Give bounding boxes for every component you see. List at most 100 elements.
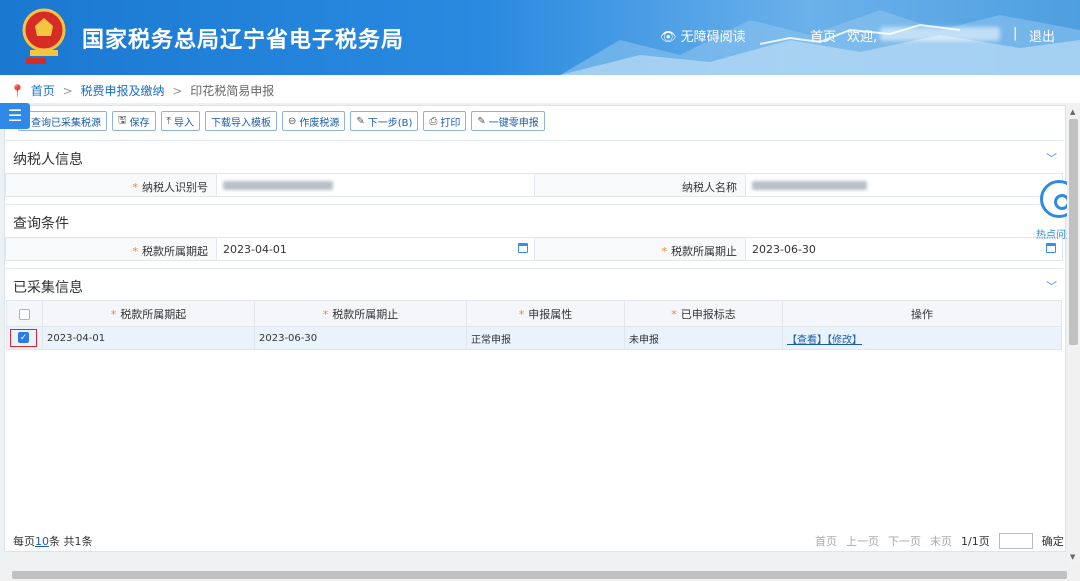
toolbar: 查询已采集税源 🖫 保存 ⤒ 导入 下载导入模板 ⊖ 作废税源 ✎ 下一步(B)… <box>18 111 545 131</box>
query-collected-button[interactable]: 查询已采集税源 <box>18 111 107 131</box>
per-page-prefix: 每页 <box>13 535 35 548</box>
printer-icon: ⎙ <box>429 115 438 127</box>
required-mark: * <box>322 307 329 321</box>
print-button[interactable]: ⎙ 打印 <box>423 111 467 131</box>
breadcrumb: 📍 首页 > 税费申报及缴纳 > 印花税简易申报 <box>0 75 1080 103</box>
breadcrumb-home[interactable]: 首页 <box>31 84 55 98</box>
col-period-start-label: 税款所属期起 <box>120 307 187 321</box>
per-page-suffix: 条 共1条 <box>49 535 93 548</box>
required-mark: * <box>132 181 139 194</box>
save-button[interactable]: 🖫 保存 <box>112 111 156 131</box>
welcome-text: 欢迎, <box>847 30 878 45</box>
breadcrumb-sep: > <box>62 84 73 98</box>
floppy-icon: 🖫 <box>118 114 127 126</box>
table-header-row: * 税款所属期起 * 税款所属期止 * 申报属性 * 已申报标志 操作 <box>6 300 1062 327</box>
query-row: * 税款所属期起 2023-04-01 * 税款所属期止 2023-06-30 <box>5 237 1063 261</box>
period-start-label-text: 税款所属期起 <box>142 245 208 258</box>
eye-icon: 👁 <box>660 30 677 45</box>
accessibility-link[interactable]: 👁 无障碍阅读 <box>660 26 746 45</box>
required-mark: * <box>671 307 677 321</box>
taxpayer-name-label: 纳税人名称 <box>535 174 746 196</box>
last-page-button[interactable]: 末页 <box>930 533 952 549</box>
breadcrumb-sep: > <box>172 84 183 98</box>
void-source-label: 作废税源 <box>299 117 340 129</box>
row-checkbox[interactable]: ✓ <box>18 332 29 344</box>
period-end-input[interactable]: 2023-06-30 <box>746 238 1062 260</box>
row-declared-flag: 未申报 <box>624 326 783 350</box>
page-size-info: 每页10条 共1条 <box>13 533 93 549</box>
zero-declare-button[interactable]: ✎ 一键零申报 <box>471 111 545 131</box>
vertical-scroll-thumb[interactable] <box>1069 119 1078 345</box>
page-jump-input[interactable] <box>998 533 1033 549</box>
redacted-user-name <box>880 27 1000 41</box>
col-period-end: * 税款所属期止 <box>254 300 467 327</box>
collected-section-header[interactable]: 已采集信息 ﹀ <box>5 268 1063 300</box>
period-start-input[interactable]: 2023-04-01 <box>217 238 535 260</box>
zero-declare-label: 一键零申报 <box>488 117 539 129</box>
row-select-cell: ✓ <box>6 326 43 350</box>
page-size-link[interactable]: 10 <box>35 535 49 548</box>
accessibility-label: 无障碍阅读 <box>680 30 746 45</box>
print-label: 打印 <box>440 117 461 129</box>
chevron-down-icon[interactable]: ﹀ <box>1046 278 1057 294</box>
void-source-button[interactable]: ⊖ 作废税源 <box>281 111 346 131</box>
next-step-button[interactable]: ✎ 下一步(B) <box>350 111 419 131</box>
col-declared-flag-label: 已申报标志 <box>680 307 736 321</box>
scroll-down-arrow-icon[interactable]: ▼ <box>1070 553 1075 561</box>
calendar-icon[interactable] <box>518 243 528 253</box>
select-all-cell <box>6 300 43 327</box>
import-button[interactable]: ⤒ 导入 <box>160 111 200 131</box>
next-page-button[interactable]: 下一页 <box>888 533 921 549</box>
scroll-up-arrow-icon[interactable]: ▲ <box>1070 108 1075 116</box>
view-link[interactable]: 【查看】 <box>787 335 827 346</box>
prev-page-button[interactable]: 上一页 <box>846 533 879 549</box>
required-mark: * <box>661 245 668 258</box>
table-row[interactable]: ✓ 2023-04-01 2023-06-30 正常申报 未申报 【查看】【修改… <box>6 326 1062 350</box>
col-period-end-label: 税款所属期止 <box>332 307 399 321</box>
taxpayer-id-label: * 纳税人识别号 <box>6 174 217 196</box>
col-declare-attr: * 申报属性 <box>466 300 625 327</box>
next-step-label: 下一步(B) <box>367 117 413 129</box>
menu-toggle-button[interactable]: ☰ <box>0 103 30 129</box>
calendar-icon[interactable] <box>1046 243 1056 253</box>
import-label: 导入 <box>173 117 194 129</box>
page-jump-confirm-button[interactable]: 确定 <box>1042 533 1064 549</box>
taxpayer-name-value <box>746 174 1062 196</box>
period-end-label-text: 税款所属期止 <box>671 245 737 258</box>
upload-icon: ⤒ <box>166 115 171 127</box>
row-period-end: 2023-06-30 <box>254 326 467 350</box>
row-actions: 【查看】【修改】 <box>782 326 1062 350</box>
breadcrumb-tax-declare[interactable]: 税费申报及缴纳 <box>81 84 165 98</box>
edit-icon: ✎ <box>356 115 365 127</box>
logout-link[interactable]: 退出 <box>1029 26 1055 45</box>
col-declared-flag: * 已申报标志 <box>624 300 783 327</box>
horizontal-scroll-thumb[interactable] <box>12 571 1067 579</box>
location-pin-icon: 📍 <box>10 84 25 98</box>
vertical-scrollbar[interactable]: ▲ ▼ <box>1067 105 1080 565</box>
taxpayer-row: * 纳税人识别号 纳税人名称 <box>5 173 1063 197</box>
period-end-value: 2023-06-30 <box>752 243 816 256</box>
first-page-button[interactable]: 首页 <box>815 533 837 549</box>
header-separator: | <box>1013 26 1018 41</box>
required-mark: * <box>518 307 525 321</box>
edit-link[interactable]: 【修改】 <box>827 335 862 346</box>
redacted-taxpayer-id <box>223 181 333 190</box>
col-actions: 操作 <box>782 300 1062 327</box>
collected-section-title: 已采集信息 <box>13 280 83 296</box>
chevron-down-icon[interactable]: ﹀ <box>1046 150 1057 166</box>
query-collected-label: 查询已采集税源 <box>31 117 101 129</box>
breadcrumb-current: 印花税简易申报 <box>190 84 275 98</box>
select-all-checkbox[interactable] <box>19 308 30 320</box>
minus-circle-icon: ⊖ <box>287 115 297 127</box>
download-template-button[interactable]: 下载导入模板 <box>204 111 277 131</box>
site-title: 国家税务总局辽宁省电子税务局 <box>82 28 405 53</box>
period-start-value: 2023-04-01 <box>223 243 287 256</box>
site-header: 国家税务总局辽宁省电子税务局 👁 无障碍阅读 首页 欢迎, | 退出 <box>0 0 1080 75</box>
page-indicator: 1/1页 <box>961 535 990 548</box>
period-start-label: * 税款所属期起 <box>6 238 217 260</box>
taxpayer-section-header[interactable]: 纳税人信息 ﹀ <box>5 140 1063 172</box>
tax-emblem-logo <box>22 8 66 64</box>
horizontal-scrollbar[interactable] <box>0 568 1080 581</box>
query-section-title: 查询条件 <box>13 216 69 232</box>
header-home-link[interactable]: 首页 <box>810 26 836 45</box>
